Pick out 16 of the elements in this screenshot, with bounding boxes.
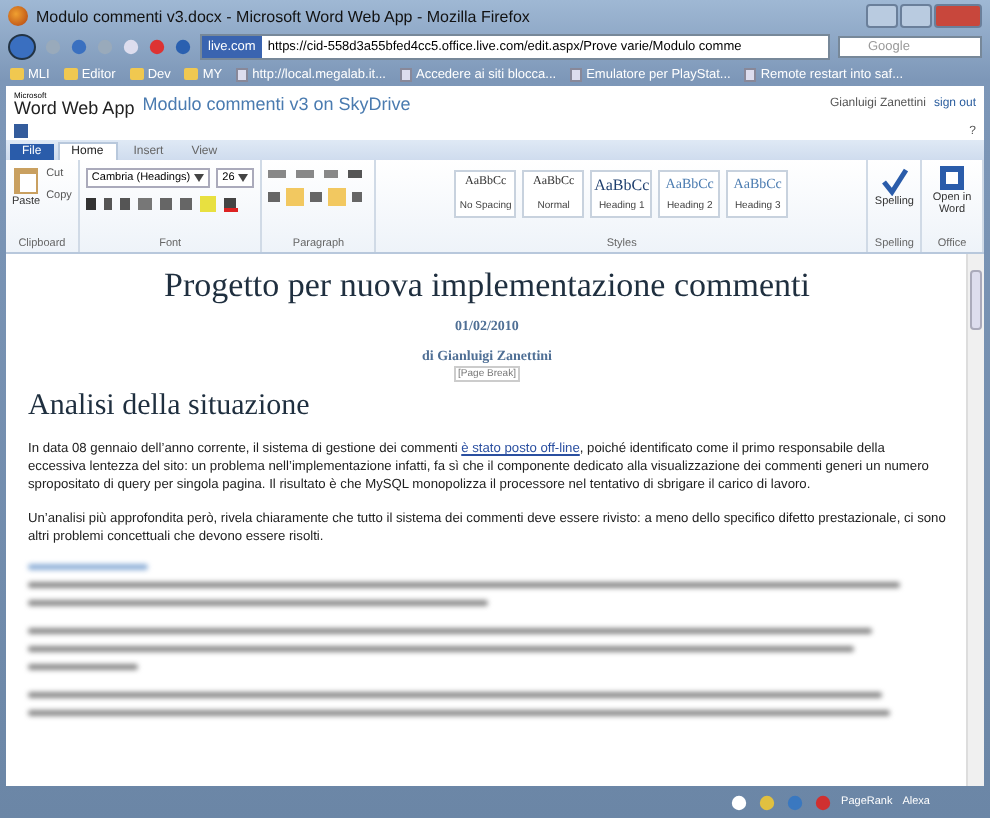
- checkmark-icon: [880, 164, 909, 196]
- caret-icon[interactable]: [194, 174, 205, 182]
- close-button[interactable]: [934, 4, 982, 28]
- vertical-scrollbar[interactable]: [966, 254, 984, 786]
- document-name: Modulo commenti v3 on SkyDrive: [142, 94, 411, 114]
- app-name: Word Web App: [14, 99, 135, 117]
- clipboard-icon: [12, 164, 41, 196]
- document-title: Progetto per nuova implementazione commenti: [162, 266, 812, 306]
- firefox-icon: [8, 6, 28, 26]
- back-button[interactable]: [8, 34, 36, 60]
- section-heading: Analisi della situazione: [28, 390, 312, 424]
- word-icon: [938, 164, 966, 192]
- caret-icon[interactable]: [238, 174, 249, 182]
- window-title: Modulo commenti v3.docx - Microsoft Word Web App - Mozilla Firefox: [36, 7, 532, 25]
- minimize-button[interactable]: [866, 4, 898, 28]
- maximize-button[interactable]: [900, 4, 932, 28]
